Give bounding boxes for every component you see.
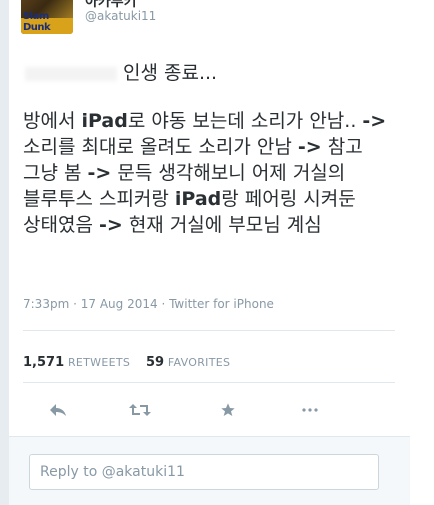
tweet-stats: 1,571 RETWEETS 59 FAVORITES (23, 355, 242, 370)
tweet-text-segment: 방에서 (23, 110, 82, 132)
right-gutter (410, 0, 434, 505)
tweet-source[interactable]: Twitter for iPhone (169, 297, 274, 311)
tweet-text: 방에서 iPad로 야동 보는데 소리가 안남.. -> 소리를 최대로 올려도… (23, 108, 395, 238)
tweet-text-segment: iPad (174, 188, 222, 210)
tweet-text-segment: 현재 거실에 부모님 계심 (122, 214, 322, 236)
retweet-icon[interactable] (125, 396, 155, 424)
reply-input[interactable] (29, 454, 379, 490)
tweet-time[interactable]: 7:33pm (23, 297, 69, 311)
meta-sep: · (161, 297, 170, 311)
tweet-text-segment: iPad (81, 110, 128, 132)
tweet-text-segment: -> (362, 110, 387, 132)
tweet-text-segment: 소리를 최대로 올려도 소리가 안남 (23, 136, 298, 158)
redacted-mention (25, 66, 117, 81)
user-handle[interactable]: @akatuki11 (85, 9, 156, 23)
favorites-label[interactable]: FAVORITES (168, 356, 230, 369)
retweets-count[interactable]: 1,571 (23, 355, 64, 370)
more-icon[interactable] (295, 396, 325, 424)
tweet-meta: 7:33pm · 17 Aug 2014 · Twitter for iPhon… (23, 297, 274, 311)
reply-area (9, 436, 410, 505)
tweet-text-segment: 로 야동 보는데 소리가 안남.. (127, 110, 363, 132)
tweet-card: Slam Dunk 아카투키 @akatuki11 인생 종료... 방에서 i… (9, 0, 410, 505)
tweet-first-line-text: 인생 종료... (123, 62, 218, 84)
avatar-logo-text: Slam Dunk (23, 11, 51, 33)
favorites-count[interactable]: 59 (146, 355, 164, 370)
favorite-icon[interactable] (213, 396, 243, 424)
tweet-actions (9, 396, 410, 424)
divider-top (23, 330, 395, 331)
divider-stats (23, 382, 395, 383)
tweet-text-segment: -> (87, 162, 112, 184)
tweet-page: Slam Dunk 아카투키 @akatuki11 인생 종료... 방에서 i… (0, 0, 434, 505)
tweet-text-segment: -> (297, 136, 322, 158)
tweet-text-segment: -> (98, 214, 123, 236)
retweets-label[interactable]: RETWEETS (68, 356, 130, 369)
left-gutter (0, 0, 9, 505)
tweet-date[interactable]: 17 Aug 2014 (81, 297, 158, 311)
tweet-first-line: 인생 종료... (25, 58, 217, 85)
user-avatar[interactable]: Slam Dunk (21, 0, 73, 34)
meta-sep: · (73, 297, 81, 311)
reply-icon[interactable] (43, 396, 73, 424)
